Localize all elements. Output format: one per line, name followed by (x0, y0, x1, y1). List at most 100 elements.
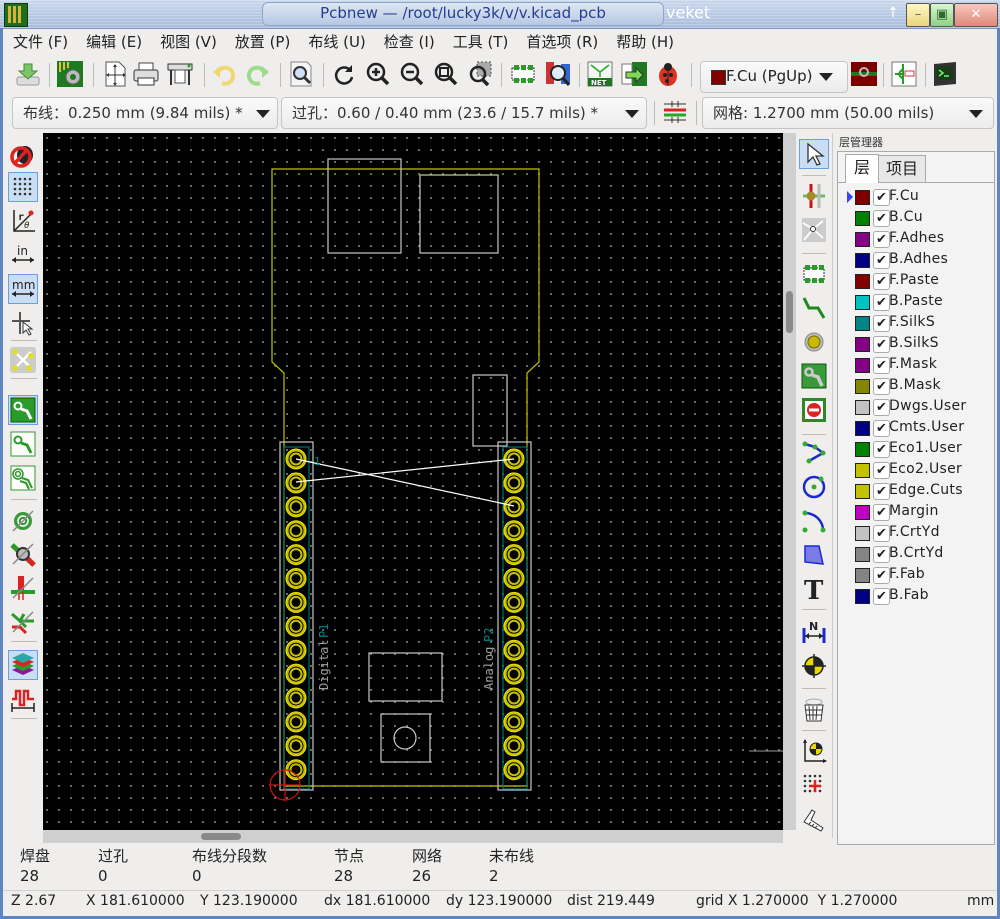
zone-outline-icon[interactable] (8, 429, 38, 459)
zone-fill-icon[interactable] (8, 395, 38, 425)
layer-color-swatch[interactable] (855, 526, 870, 541)
add-circle-icon[interactable] (799, 472, 829, 502)
layer-visibility-checkbox[interactable]: ✔ (873, 252, 890, 269)
layer-color-swatch[interactable] (855, 484, 870, 499)
add-text-icon[interactable]: T (799, 574, 829, 604)
maximize-button[interactable]: ▣ (930, 3, 954, 27)
minimize-button[interactable]: – (906, 3, 930, 27)
grid-icon[interactable] (8, 172, 38, 202)
layer-color-swatch[interactable] (855, 316, 870, 331)
menu-tools[interactable]: 工具 (T) (443, 29, 517, 55)
layer-color-swatch[interactable] (855, 421, 870, 436)
tab-items[interactable]: 项目 (878, 155, 926, 182)
close-button[interactable]: ✕ (954, 3, 998, 27)
layer-color-swatch[interactable] (855, 547, 870, 562)
menu-preferences[interactable]: 首选项 (R) (516, 29, 606, 55)
add-arc-icon[interactable] (799, 506, 829, 536)
microwave-icon[interactable] (889, 59, 919, 89)
layer-row-f-crtyd[interactable]: ✔ F.CrtYd (838, 523, 994, 544)
set-origin-icon[interactable] (799, 736, 829, 766)
menu-file[interactable]: 文件 (F) (3, 29, 76, 55)
inch-units-icon[interactable]: in (8, 240, 38, 270)
layer-visibility-checkbox[interactable]: ✔ (873, 294, 890, 311)
horizontal-scrollbar[interactable] (43, 830, 783, 843)
layer-row-b-cu[interactable]: ✔ B.Cu (838, 208, 994, 229)
add-zone-icon[interactable] (799, 361, 829, 391)
pcbnew-app-icon[interactable] (4, 3, 28, 27)
active-layer-select[interactable]: F.Cu (PgUp) (700, 61, 848, 93)
layer-color-swatch[interactable] (855, 463, 870, 478)
route-track-icon[interactable] (799, 293, 829, 323)
menu-route[interactable]: 布线 (U) (298, 29, 373, 55)
high-contrast-icon[interactable] (8, 607, 38, 637)
menu-help[interactable]: 帮助 (H) (606, 29, 682, 55)
layer-visibility-checkbox[interactable]: ✔ (873, 378, 890, 395)
full-crosshair-icon[interactable] (8, 308, 38, 338)
layer-visibility-checkbox[interactable]: ✔ (873, 525, 890, 542)
layer-color-swatch[interactable] (855, 232, 870, 247)
layer-row-eco2-user[interactable]: ✔ Eco2.User (838, 460, 994, 481)
layer-row-f-cu[interactable]: ✔ F.Cu (838, 187, 994, 208)
mm-units-icon[interactable]: mm (8, 274, 38, 304)
vertical-scrollbar-thumb[interactable] (786, 291, 793, 333)
layer-row-b-fab[interactable]: ✔ B.Fab (838, 586, 994, 607)
pin-icon[interactable]: ↑ (886, 4, 900, 22)
layer-color-swatch[interactable] (855, 358, 870, 373)
layer-row-b-paste[interactable]: ✔ B.Paste (838, 292, 994, 313)
grid-origin-icon[interactable] (799, 770, 829, 800)
highlight-net-icon[interactable] (799, 181, 829, 211)
layer-row-f-adhes[interactable]: ✔ F.Adhes (838, 229, 994, 250)
menu-inspect[interactable]: 检查 (I) (374, 29, 443, 55)
print-icon[interactable] (131, 59, 161, 89)
redo-icon[interactable] (243, 59, 273, 89)
layer-color-swatch[interactable] (855, 274, 870, 289)
layer-row-cmts-user[interactable]: ✔ Cmts.User (838, 418, 994, 439)
tab-layers[interactable]: 层 (845, 154, 879, 183)
layer-visibility-checkbox[interactable]: ✔ (873, 462, 890, 479)
add-keepout-icon[interactable] (799, 395, 829, 425)
menu-edit[interactable]: 编辑 (E) (76, 29, 150, 55)
netlist-icon[interactable]: NET (585, 59, 615, 89)
layer-visibility-checkbox[interactable]: ✔ (873, 420, 890, 437)
layers-manager-icon[interactable] (8, 650, 38, 680)
menu-view[interactable]: 视图 (V) (150, 29, 225, 55)
layer-color-swatch[interactable] (855, 253, 870, 268)
layer-color-swatch[interactable] (855, 505, 870, 520)
via-sketch-icon[interactable] (8, 539, 38, 569)
scripting-console-icon[interactable] (930, 59, 960, 89)
via-size-select[interactable]: 过孔：0.60 / 0.40 mm (23.6 / 15.7 mils) * (281, 97, 647, 129)
layer-row-dwgs-user[interactable]: ✔ Dwgs.User (838, 397, 994, 418)
layer-visibility-checkbox[interactable]: ✔ (873, 315, 890, 332)
layer-color-swatch[interactable] (855, 211, 870, 226)
layer-row-f-silks[interactable]: ✔ F.SilkS (838, 313, 994, 334)
measure-icon[interactable] (799, 804, 829, 834)
menu-place[interactable]: 放置 (P) (225, 29, 299, 55)
track-sketch-icon[interactable] (8, 573, 38, 603)
layer-visibility-checkbox[interactable]: ✔ (873, 588, 890, 605)
layer-color-swatch[interactable] (855, 400, 870, 415)
add-footprint-icon[interactable] (799, 259, 829, 289)
undo-icon[interactable] (209, 59, 239, 89)
layer-row-f-paste[interactable]: ✔ F.Paste (838, 271, 994, 292)
select-icon[interactable] (799, 139, 829, 169)
layer-row-f-mask[interactable]: ✔ F.Mask (838, 355, 994, 376)
drc-icon[interactable] (653, 59, 683, 89)
microwave-toolbar-icon[interactable] (8, 685, 38, 715)
layer-row-margin[interactable]: ✔ Margin (838, 502, 994, 523)
board-setup-icon[interactable] (55, 59, 85, 89)
grid-select[interactable]: 网格: 1.2700 mm (50.00 mils) (702, 97, 994, 129)
layer-color-swatch[interactable] (855, 442, 870, 457)
add-polygon-icon[interactable] (799, 540, 829, 570)
layer-visibility-checkbox[interactable]: ✔ (873, 189, 890, 206)
zoom-selection-icon[interactable] (465, 59, 495, 89)
track-width-select[interactable]: 布线：0.250 mm (9.84 mils) * (12, 97, 278, 129)
layer-visibility-checkbox[interactable]: ✔ (873, 231, 890, 248)
add-via-icon[interactable] (799, 327, 829, 357)
delete-icon[interactable] (799, 695, 829, 725)
find-icon[interactable] (286, 59, 316, 89)
horizontal-scrollbar-thumb[interactable] (201, 833, 241, 840)
layer-visibility-checkbox[interactable]: ✔ (873, 210, 890, 227)
layer-row-eco1-user[interactable]: ✔ Eco1.User (838, 439, 994, 460)
plot-icon[interactable] (165, 59, 195, 89)
add-line-icon[interactable] (799, 438, 829, 468)
